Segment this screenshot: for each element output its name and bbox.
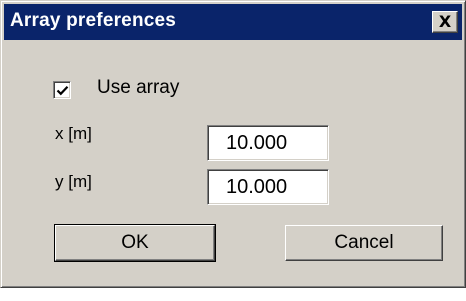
checkmark-icon bbox=[56, 86, 69, 96]
x-input[interactable] bbox=[207, 125, 329, 161]
x-field-label: x [m] bbox=[55, 124, 92, 143]
close-button[interactable]: X bbox=[432, 11, 458, 33]
array-preferences-dialog: Array preferences X Use array x [m] y [m… bbox=[0, 0, 466, 288]
dialog-title: Array preferences bbox=[10, 10, 177, 31]
title-bar[interactable]: Array preferences X bbox=[4, 4, 462, 40]
y-field-label: y [m] bbox=[55, 172, 92, 191]
ok-button[interactable]: OK bbox=[54, 224, 216, 262]
close-icon: X bbox=[438, 12, 452, 31]
use-array-label: Use array bbox=[97, 77, 180, 98]
y-input[interactable] bbox=[207, 169, 329, 205]
cancel-button[interactable]: Cancel bbox=[285, 225, 443, 261]
use-array-checkbox[interactable] bbox=[53, 81, 71, 99]
